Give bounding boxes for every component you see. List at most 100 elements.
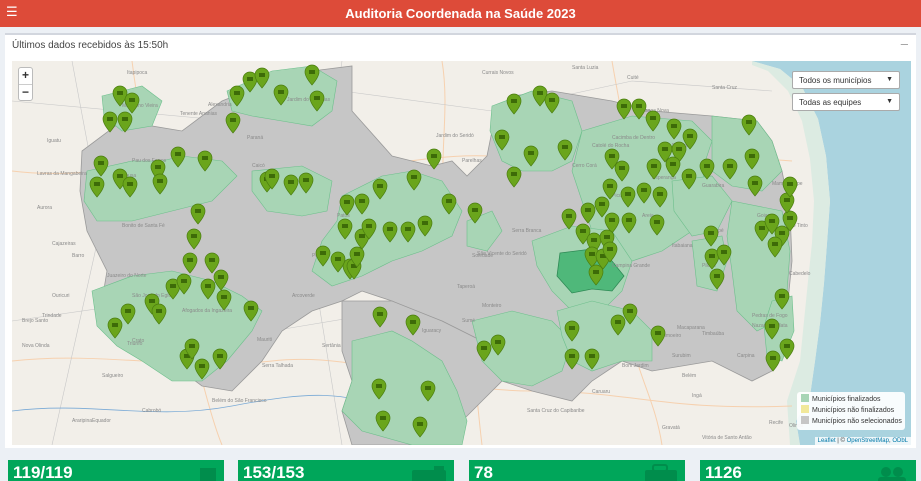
place-label: Paraná	[247, 135, 263, 141]
place-label: Recife	[769, 420, 783, 426]
legend-item: Municípios não selecionados	[801, 416, 902, 427]
equipe-select-value: Todas as equipes	[799, 98, 862, 107]
medkit-icon	[662, 147, 668, 151]
place-label: Pedras de Fogo	[752, 313, 788, 319]
medkit-icon	[650, 116, 656, 120]
map-panel: Últimos dados recebidos às 15:50h – Sant…	[5, 33, 916, 448]
place-label: Cajazeiras	[52, 241, 76, 247]
map-canvas[interactable]: Santa Luzia Cuité Cacimba de Dentro Jardim …	[12, 61, 911, 445]
place-label: Alexandria	[208, 102, 232, 108]
place-label: Arcoverde	[292, 293, 315, 299]
medkit-icon	[499, 135, 505, 139]
municipio-select[interactable]: Todos os municípios ▼	[792, 71, 900, 89]
medkit-icon	[217, 354, 223, 358]
place-label: Santa Luzia	[572, 65, 599, 71]
medkit-icon	[342, 224, 348, 228]
place-label: Guarabira	[702, 183, 724, 189]
place-label: Caicó	[252, 163, 265, 169]
medkit-icon	[615, 320, 621, 324]
place-label: Caruaru	[592, 389, 610, 395]
medkit-icon	[181, 279, 187, 283]
place-label: Gravatá	[662, 425, 680, 431]
medkit-icon	[107, 117, 113, 121]
medkit-icon	[589, 354, 595, 358]
medkit-icon	[607, 247, 613, 251]
place-label: Bonito de Santa Fé	[122, 223, 165, 229]
place-label: Juazeiro do Norte	[107, 273, 147, 279]
place-label: Aurora	[37, 205, 52, 211]
place-label: Tenente Ananias	[180, 111, 217, 117]
place-label: Iguatu	[47, 138, 61, 144]
caret-down-icon: ▼	[886, 76, 893, 83]
medkit-icon	[779, 294, 785, 298]
place-label: Timbaúba	[702, 331, 724, 337]
medkit-icon	[112, 323, 118, 327]
place-label: Brejo Santo	[22, 318, 48, 324]
medkit-icon	[127, 182, 133, 186]
zoom-out-button[interactable]: −	[19, 84, 32, 100]
medkit-icon	[117, 174, 123, 178]
medkit-icon	[609, 154, 615, 158]
medkit-icon	[569, 354, 575, 358]
medkit-icon	[787, 216, 793, 220]
stat-card-municipios: 119/119	[8, 460, 224, 481]
place-label: Santa Cruz do Capibaribe	[527, 408, 585, 414]
medkit-icon	[422, 221, 428, 225]
equipe-select[interactable]: Todas as equipes ▼	[792, 93, 900, 111]
medkit-icon	[125, 309, 131, 313]
medkit-icon	[187, 258, 193, 262]
medkit-icon	[759, 226, 765, 230]
collapse-button[interactable]: –	[901, 36, 908, 51]
medkit-icon	[752, 181, 758, 185]
medkit-icon	[354, 252, 360, 256]
place-label: Santa Cruz	[712, 85, 738, 91]
medkit-icon	[98, 161, 104, 165]
medkit-icon	[609, 218, 615, 222]
top-navbar: ☰ Auditoria Coordenada na Saúde 2023	[0, 0, 921, 27]
medkit-icon	[117, 91, 123, 95]
medkit-icon	[288, 180, 294, 184]
medkit-icon	[377, 184, 383, 188]
medkit-icon	[411, 175, 417, 179]
place-label: Cabrobó	[142, 408, 161, 414]
medkit-icon	[303, 178, 309, 182]
page-title: Auditoria Coordenada na Saúde 2023	[345, 6, 576, 21]
place-label: Nova Olinda	[22, 343, 50, 349]
medkit-icon	[580, 229, 586, 233]
medkit-icon	[191, 234, 197, 238]
leaflet-link[interactable]: Leaflet	[818, 438, 836, 444]
medkit-icon	[195, 209, 201, 213]
medkit-icon	[309, 70, 315, 74]
medkit-icon	[636, 104, 642, 108]
medkit-icon	[359, 199, 365, 203]
medkit-icon	[269, 174, 275, 178]
medkit-icon	[641, 188, 647, 192]
medkit-icon	[425, 386, 431, 390]
medkit-icon	[607, 184, 613, 188]
place-label: Belém do São Francisco	[212, 398, 267, 404]
stat-card-unidades: 153/153	[238, 460, 454, 481]
medkit-icon	[626, 218, 632, 222]
medkit-icon	[335, 257, 341, 261]
medkit-icon	[708, 231, 714, 235]
medkit-icon	[247, 77, 253, 81]
place-label: Belém	[682, 373, 696, 379]
medkit-icon	[446, 199, 452, 203]
place-label: Lavras da Mangabeira	[37, 171, 87, 177]
medkit-icon	[727, 164, 733, 168]
place-label: Carpina	[737, 353, 755, 359]
medkit-icon	[122, 117, 128, 121]
place-label: Salgueiro	[102, 373, 123, 379]
building-icon	[200, 468, 216, 481]
place-label: Sumé	[462, 318, 475, 324]
map-view[interactable]: Santa Luzia Cuité Cacimba de Dentro Jardim …	[12, 61, 911, 445]
medkit-icon	[670, 162, 676, 166]
osm-link[interactable]: OpenStreetMap	[847, 438, 889, 444]
medkit-icon	[495, 340, 501, 344]
zoom-in-button[interactable]: +	[19, 68, 32, 84]
medkit-icon	[221, 295, 227, 299]
medkit-icon	[709, 254, 715, 258]
stat-card-equipes: 78	[469, 460, 685, 481]
odbl-link[interactable]: ODbL	[892, 438, 908, 444]
medkit-icon	[481, 346, 487, 350]
